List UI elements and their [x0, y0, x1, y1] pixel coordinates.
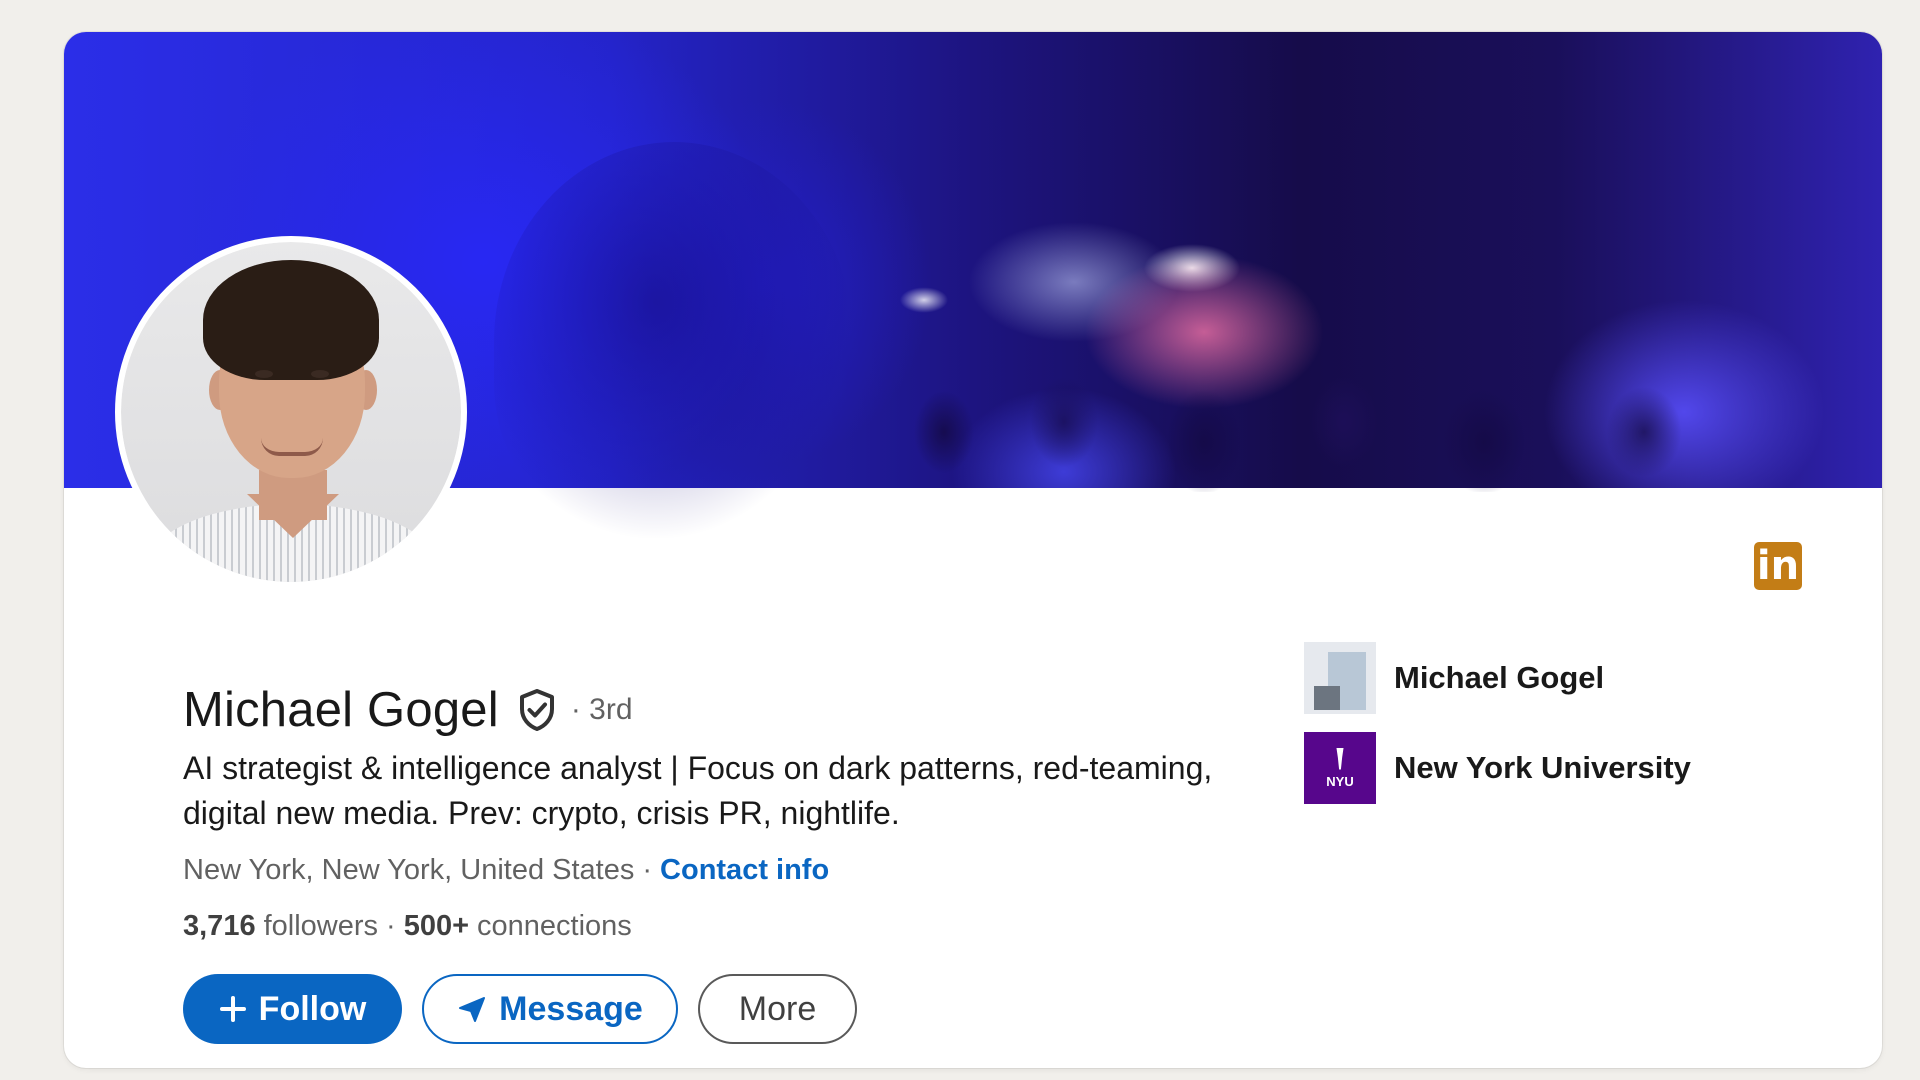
profile-name: Michael Gogel	[183, 683, 499, 737]
avatar	[121, 242, 461, 582]
follow-button-label: Follow	[258, 989, 367, 1028]
network-stats: 3,716 followers · 500+ connections	[183, 910, 632, 943]
linkedin-logo-icon: in	[1754, 542, 1802, 590]
more-button-label: More	[738, 989, 817, 1028]
message-button[interactable]: Message	[422, 974, 678, 1044]
profile-headline: AI strategist & intelligence analyst | F…	[183, 750, 1213, 831]
separator-dot: ·	[386, 910, 396, 942]
paper-plane-icon	[457, 995, 487, 1023]
org-label: New York University	[1394, 750, 1691, 785]
followers-label: followers	[263, 910, 379, 942]
profile-photo[interactable]	[115, 236, 467, 588]
followers-count: 3,716	[183, 910, 256, 942]
location-row: New York, New York, United States · Cont…	[183, 854, 829, 887]
plus-icon	[219, 995, 247, 1023]
profile-actions: Follow Message More	[183, 974, 857, 1044]
profile-card: in Michael Gogel · 3rd AI strategist & i…	[64, 32, 1882, 1068]
org-item-current-company[interactable]: Michael Gogel	[1304, 642, 1691, 714]
nyu-logo-text: NYU	[1326, 773, 1354, 789]
verified-shield-icon[interactable]	[517, 688, 557, 732]
cover-crowd	[884, 322, 1784, 492]
message-button-label: Message	[499, 989, 643, 1028]
org-label: Michael Gogel	[1394, 660, 1605, 695]
name-row: Michael Gogel · 3rd	[183, 682, 633, 738]
more-button[interactable]: More	[698, 974, 857, 1044]
avatar-mouth	[261, 438, 323, 456]
profile-location: New York, New York, United States	[183, 854, 635, 886]
nyu-logo-icon: NYU	[1304, 732, 1376, 804]
avatar-hair	[203, 260, 379, 380]
company-logo-icon	[1304, 642, 1376, 714]
connections-count[interactable]: 500+	[404, 910, 469, 943]
separator-dot: ·	[642, 854, 653, 886]
experience-education-summary: Michael Gogel NYU New York University	[1304, 642, 1691, 822]
connections-label[interactable]: connections	[477, 910, 632, 943]
avatar-eye	[255, 370, 273, 378]
contact-info-link[interactable]: Contact info	[660, 854, 829, 887]
avatar-eye	[311, 370, 329, 378]
org-item-education[interactable]: NYU New York University	[1304, 732, 1691, 804]
connection-degree: · 3rd	[570, 693, 633, 726]
cover-figure	[494, 142, 854, 542]
follow-button[interactable]: Follow	[183, 974, 402, 1044]
